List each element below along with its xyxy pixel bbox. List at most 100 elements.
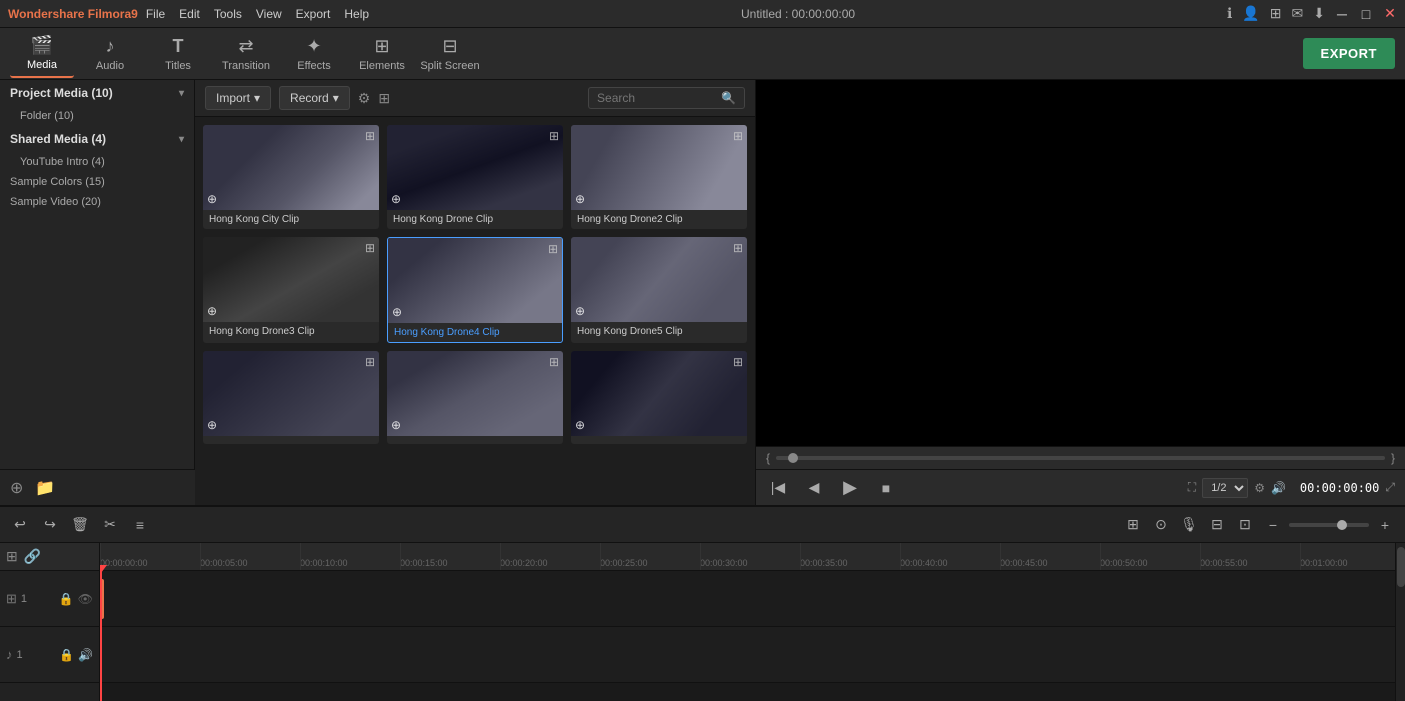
media-card-9[interactable]: ⊞ ⊕: [571, 351, 747, 444]
search-input[interactable]: [597, 91, 717, 105]
link-track-icon[interactable]: 🔗: [24, 548, 41, 565]
video-visibility-icon[interactable]: 👁: [78, 592, 93, 606]
audio-track-row[interactable]: [100, 627, 1395, 683]
import-dropdown[interactable]: Import ▾: [205, 86, 271, 110]
sidebar-sample-video-item[interactable]: Sample Video (20): [0, 192, 194, 212]
media-icon: 🎬: [31, 35, 53, 56]
timeline-scrollbar[interactable]: [1395, 543, 1405, 701]
volume-icon[interactable]: 🔊: [1271, 481, 1286, 495]
toolbar-elements[interactable]: ⊞ Elements: [350, 30, 414, 78]
add-to-timeline-icon-5[interactable]: ⊕: [392, 305, 402, 319]
download-icon[interactable]: ⬇: [1313, 5, 1325, 22]
menu-bar[interactable]: File Edit Tools View Export Help: [146, 7, 369, 21]
toolbar-transition[interactable]: ⇄ Transition: [214, 30, 278, 78]
media-card-5[interactable]: ⊞ ⊕ Hong Kong Drone4 Clip: [387, 237, 563, 343]
add-to-timeline-icon-7[interactable]: ⊕: [207, 418, 217, 432]
menu-export[interactable]: Export: [296, 7, 331, 21]
toolbar-effects-label: Effects: [297, 60, 330, 72]
media-card-4[interactable]: ⊞ ⊕ Hong Kong Drone3 Clip: [203, 237, 379, 343]
grid-thumb-icon-7: ⊞: [365, 355, 375, 369]
add-to-timeline-icon-6[interactable]: ⊕: [575, 304, 585, 318]
cut-button[interactable]: ✂: [98, 513, 122, 537]
toolbar-effects[interactable]: ✦ Effects: [282, 30, 346, 78]
add-to-timeline-icon-4[interactable]: ⊕: [207, 304, 217, 318]
toolbar-titles[interactable]: T Titles: [146, 30, 210, 78]
menu-file[interactable]: File: [146, 7, 165, 21]
zoom-out-icon[interactable]: −: [1261, 513, 1285, 537]
delete-button[interactable]: 🗑: [68, 513, 92, 537]
info-icon[interactable]: ℹ: [1227, 5, 1232, 22]
sidebar-project-media-header[interactable]: Project Media (10) ▾: [0, 80, 194, 106]
playhead[interactable]: [100, 571, 102, 701]
zoom-in-icon[interactable]: +: [1373, 513, 1397, 537]
record-label: Record: [290, 91, 329, 105]
audio-lock-icon[interactable]: 🔒: [59, 648, 74, 662]
add-track-icon[interactable]: ⊞: [6, 548, 18, 565]
media-card-8[interactable]: ⊞ ⊕: [387, 351, 563, 444]
video-lock-icon[interactable]: 🔒: [59, 592, 74, 606]
mail-icon[interactable]: ✉: [1292, 5, 1304, 22]
menu-view[interactable]: View: [256, 7, 282, 21]
add-media-icon[interactable]: ⊕: [10, 478, 23, 498]
scene-detect-icon[interactable]: ⊞: [1121, 513, 1145, 537]
audio-volume-icon[interactable]: 🔊: [78, 648, 93, 662]
sidebar-youtube-intro-item[interactable]: YouTube Intro (4): [0, 152, 194, 172]
grid-icon[interactable]: ⊞: [378, 90, 390, 107]
media-card-6[interactable]: ⊞ ⊕ Hong Kong Drone5 Clip: [571, 237, 747, 343]
toolbar-splitscreen[interactable]: ⊟ Split Screen: [418, 30, 482, 78]
minimize-button[interactable]: ─: [1335, 7, 1349, 21]
fullscreen-icon[interactable]: ⛶: [1188, 480, 1196, 495]
preview-settings-icon[interactable]: ⚙: [1254, 481, 1265, 495]
account-icon[interactable]: 👤: [1242, 5, 1259, 22]
media-card-2[interactable]: ⊞ ⊕ Hong Kong Drone Clip: [387, 125, 563, 229]
undo-button[interactable]: ↩: [8, 513, 32, 537]
add-to-timeline-icon-9[interactable]: ⊕: [575, 418, 585, 432]
caption-icon[interactable]: ⊡: [1233, 513, 1257, 537]
timeline-zoom-handle[interactable]: [1337, 520, 1347, 530]
export-button[interactable]: EXPORT: [1303, 38, 1395, 69]
media-card-7[interactable]: ⊞ ⊕: [203, 351, 379, 444]
close-button[interactable]: ✕: [1383, 7, 1397, 21]
sidebar-shared-media-label: Shared Media (4): [10, 132, 106, 146]
video-track-row[interactable]: [100, 571, 1395, 627]
speed-select[interactable]: 1/2 1/4 1 2: [1202, 478, 1248, 498]
search-box[interactable]: 🔍: [588, 87, 745, 109]
menu-help[interactable]: Help: [344, 7, 369, 21]
trim-out-icon[interactable]: }: [1391, 451, 1395, 465]
toolbar-audio[interactable]: ♪ Audio: [78, 30, 142, 78]
redo-button[interactable]: ↪: [38, 513, 62, 537]
menu-edit[interactable]: Edit: [179, 7, 200, 21]
layout-icon[interactable]: ⊞: [1270, 5, 1282, 22]
media-card-1[interactable]: ⊞ ⊕ Hong Kong City Clip: [203, 125, 379, 229]
add-to-timeline-icon-1[interactable]: ⊕: [207, 192, 217, 206]
record-voice-icon[interactable]: 🎙: [1177, 513, 1201, 537]
add-to-timeline-icon-8[interactable]: ⊕: [391, 418, 401, 432]
add-to-timeline-icon-2[interactable]: ⊕: [391, 192, 401, 206]
maximize-button[interactable]: □: [1359, 7, 1373, 21]
motion-track-icon[interactable]: ⊙: [1149, 513, 1173, 537]
step-back-icon[interactable]: ◀: [802, 476, 826, 500]
add-to-timeline-icon-3[interactable]: ⊕: [575, 192, 585, 206]
add-folder-icon[interactable]: 📁: [35, 478, 55, 498]
preview-slider-handle[interactable]: [788, 453, 798, 463]
sidebar-sample-colors-item[interactable]: Sample Colors (15): [0, 172, 194, 192]
sidebar-shared-media-header[interactable]: Shared Media (4) ▾: [0, 126, 194, 152]
record-dropdown[interactable]: Record ▾: [279, 86, 350, 110]
titlebar-controls[interactable]: ℹ 👤 ⊞ ✉ ⬇ ─ □ ✕: [1227, 5, 1397, 22]
trim-in-icon[interactable]: {: [766, 451, 770, 465]
scrollbar-thumb[interactable]: [1397, 547, 1405, 587]
preview-slider[interactable]: [776, 456, 1385, 460]
audio-detach-icon[interactable]: ≡: [128, 513, 152, 537]
timeline-zoom-slider[interactable]: [1289, 523, 1369, 527]
play-button[interactable]: ▶: [838, 476, 862, 500]
filter-icon[interactable]: ⚙: [358, 90, 371, 107]
expand-icon[interactable]: ⤢: [1385, 480, 1395, 495]
sidebar-folder-item[interactable]: Folder (10): [0, 106, 194, 126]
media-card-3[interactable]: ⊞ ⊕ Hong Kong Drone2 Clip: [571, 125, 747, 229]
audio-mix-icon[interactable]: ⊟: [1205, 513, 1229, 537]
stop-button[interactable]: ■: [874, 476, 898, 500]
collapse-arrow-shared: ▾: [179, 134, 184, 145]
toolbar-media[interactable]: 🎬 Media: [10, 30, 74, 78]
menu-tools[interactable]: Tools: [214, 7, 242, 21]
skip-back-icon[interactable]: |◀: [766, 476, 790, 500]
